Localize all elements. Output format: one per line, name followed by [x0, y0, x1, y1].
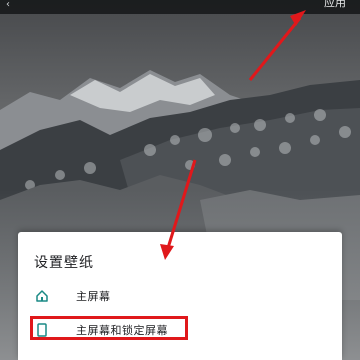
annotation-arrows: [160, 10, 306, 260]
